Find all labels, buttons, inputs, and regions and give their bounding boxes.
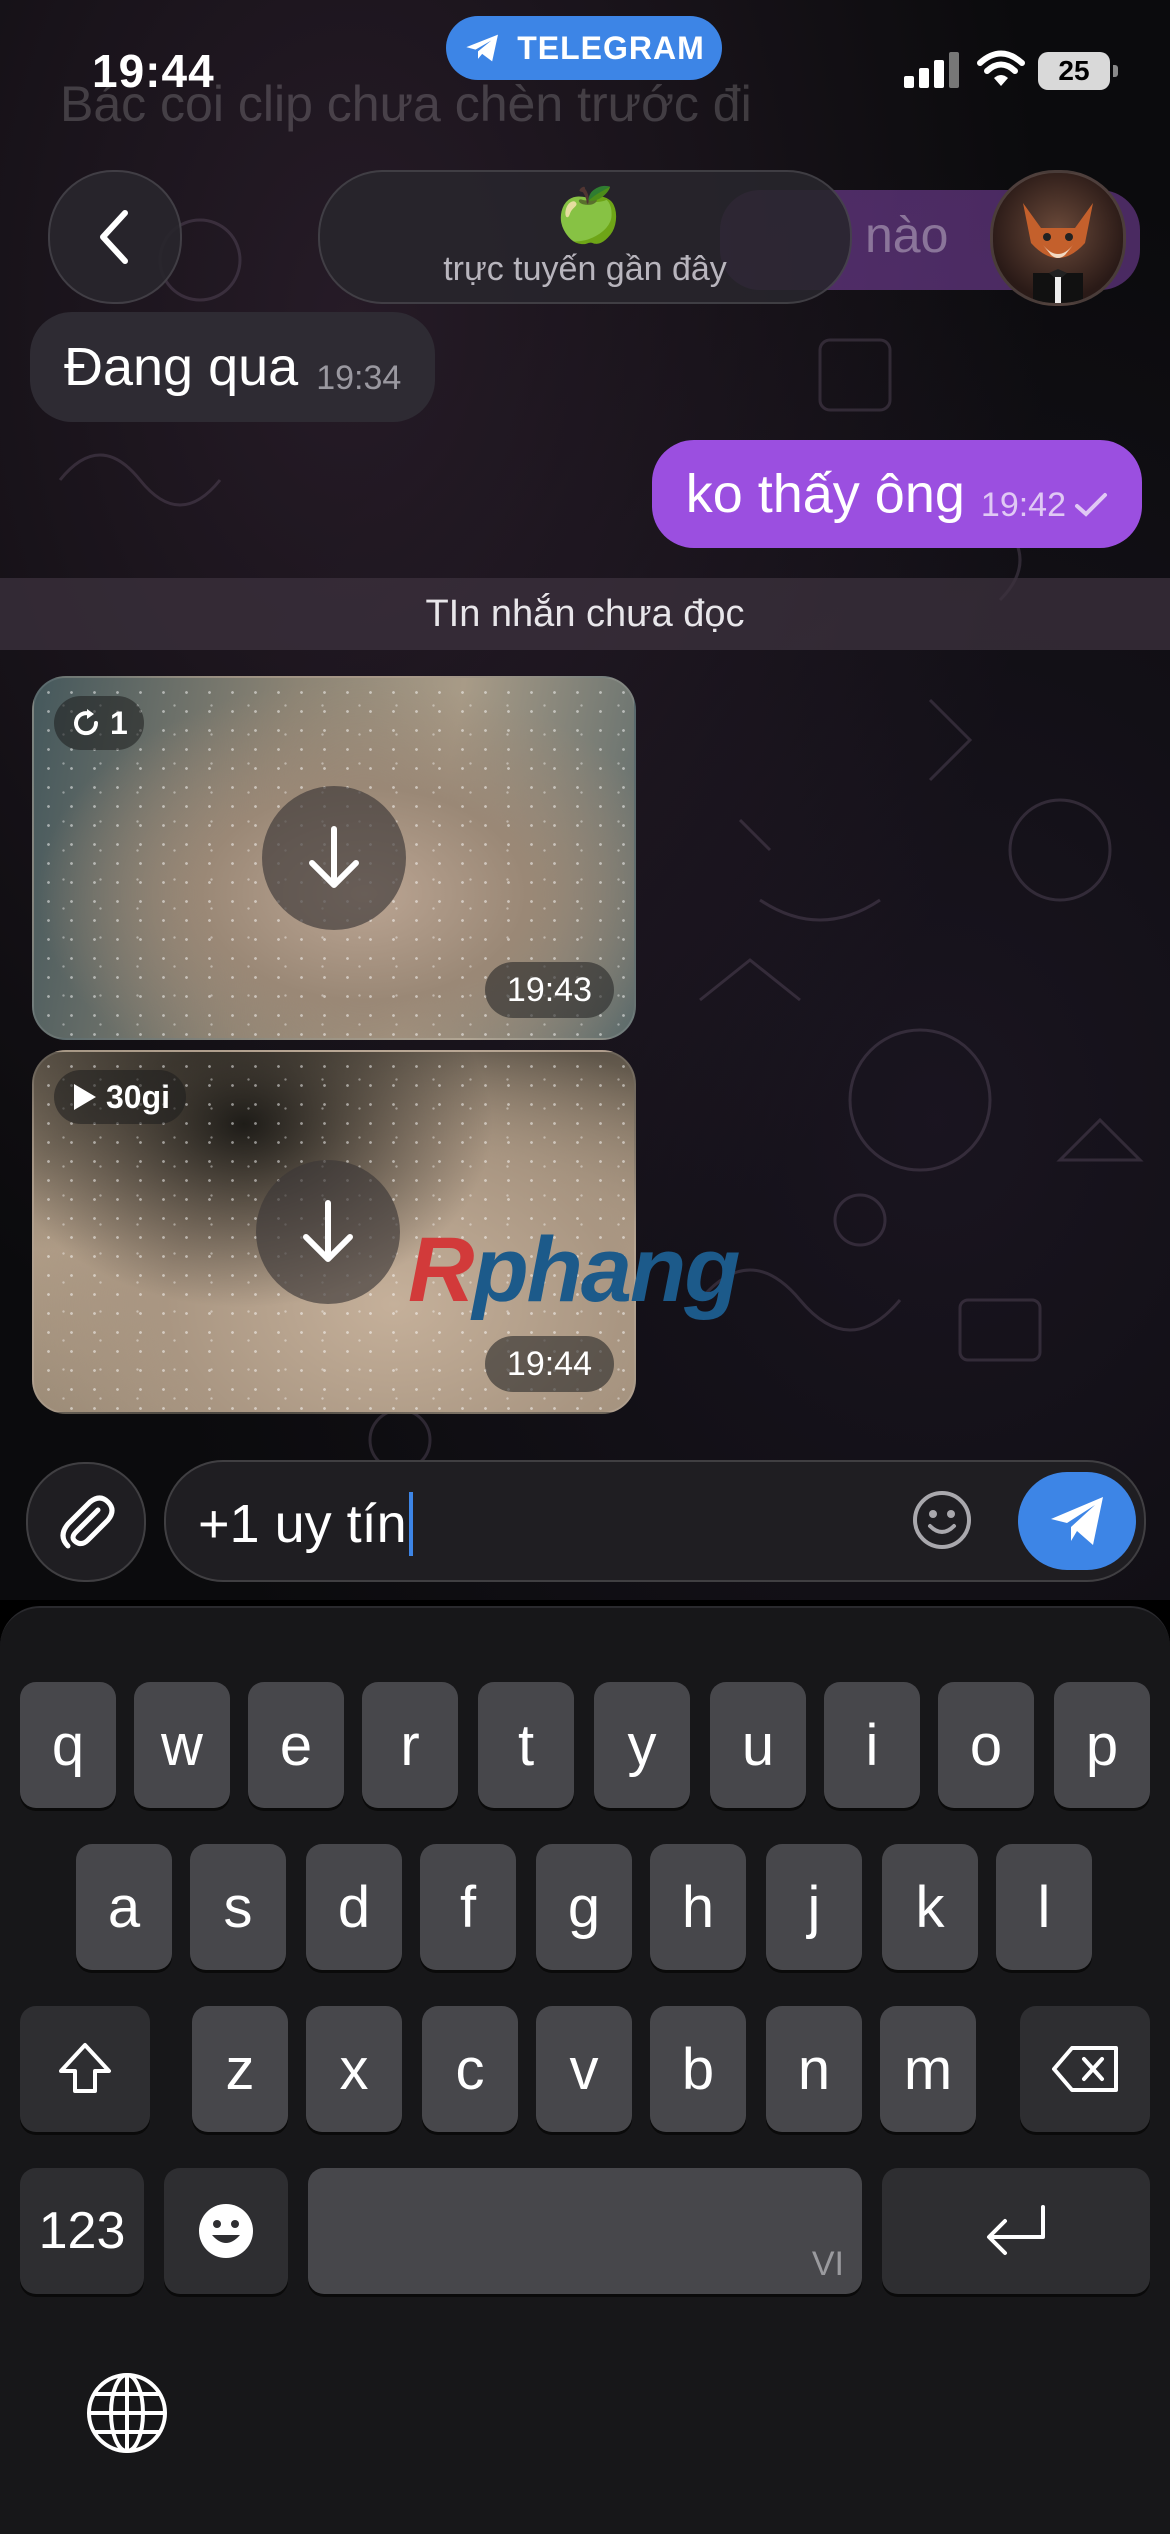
globe-icon[interactable] bbox=[84, 2370, 170, 2456]
cellular-signal-icon bbox=[904, 52, 959, 88]
unread-messages-divider: TIn nhắn chưa đọc bbox=[0, 578, 1170, 650]
return-icon bbox=[987, 2205, 1045, 2255]
message-input-text: +1 uy tín bbox=[198, 1494, 407, 1554]
telegram-label: TELEGRAM bbox=[517, 29, 705, 66]
media-view-once-badge: 1 bbox=[54, 696, 144, 750]
media-message[interactable]: 1 19:43 bbox=[32, 676, 636, 1040]
key-x[interactable]: x bbox=[306, 2006, 402, 2132]
space-language-hint: VI bbox=[811, 2245, 844, 2283]
space-key[interactable]: VI bbox=[308, 2168, 862, 2294]
key-q[interactable]: q bbox=[20, 1682, 116, 1808]
emoji-icon[interactable] bbox=[910, 1488, 974, 1552]
message-input-text-wrap: +1 uy tín bbox=[198, 1492, 413, 1556]
key-e[interactable]: e bbox=[248, 1682, 344, 1808]
key-t[interactable]: t bbox=[478, 1682, 574, 1808]
return-key[interactable] bbox=[882, 2168, 1150, 2294]
media-time: 19:43 bbox=[484, 962, 614, 1018]
replay-icon bbox=[74, 709, 99, 736]
chat-title-emoji: 🍏 bbox=[555, 185, 623, 245]
message-bubble-outgoing[interactable]: ko thấy ông 19:42 bbox=[651, 440, 1142, 548]
key-r[interactable]: r bbox=[362, 1682, 458, 1808]
chevron-left-icon bbox=[100, 210, 128, 264]
key-n[interactable]: n bbox=[766, 2006, 862, 2132]
message-time: 19:34 bbox=[316, 358, 402, 397]
backspace-icon bbox=[1052, 2046, 1118, 2092]
backspace-key[interactable] bbox=[1020, 2006, 1150, 2132]
watermark-first-letter: R bbox=[408, 1219, 474, 1321]
send-icon bbox=[1051, 1497, 1103, 1545]
key-i[interactable]: i bbox=[824, 1682, 920, 1808]
download-button[interactable] bbox=[256, 1160, 400, 1304]
watermark-rest: phang bbox=[472, 1219, 740, 1321]
key-b[interactable]: b bbox=[650, 2006, 746, 2132]
emoji-face-icon bbox=[199, 2204, 253, 2258]
key-y[interactable]: y bbox=[594, 1682, 690, 1808]
emoji-key[interactable] bbox=[164, 2168, 288, 2294]
key-c[interactable]: c bbox=[422, 2006, 518, 2132]
wifi-icon bbox=[977, 50, 1025, 86]
watermark-logo: Rphang bbox=[408, 1218, 740, 1323]
contact-avatar[interactable] bbox=[990, 170, 1126, 306]
send-button[interactable] bbox=[1018, 1472, 1136, 1570]
message-text: Đang qua bbox=[64, 337, 299, 397]
message-meta: 19:42 bbox=[981, 486, 1108, 525]
paperclip-icon bbox=[60, 1495, 115, 1549]
media-duration-text: 30gi bbox=[106, 1078, 171, 1115]
key-f[interactable]: f bbox=[420, 1844, 516, 1970]
key-d[interactable]: d bbox=[306, 1844, 402, 1970]
fox-avatar-icon bbox=[1023, 203, 1093, 303]
key-k[interactable]: k bbox=[882, 1844, 978, 1970]
telegram-icon bbox=[466, 34, 499, 62]
battery-indicator: 25 bbox=[1038, 52, 1118, 90]
key-p[interactable]: p bbox=[1054, 1682, 1150, 1808]
key-g[interactable]: g bbox=[536, 1844, 632, 1970]
telegram-app-pill[interactable]: TELEGRAM bbox=[446, 16, 722, 80]
message-bubble-incoming[interactable]: Đang qua 19:34 bbox=[30, 312, 436, 422]
message-time: 19:42 bbox=[980, 485, 1066, 524]
chat-status-subtitle: trực tuyến gần đây bbox=[443, 250, 727, 288]
key-h[interactable]: h bbox=[650, 1844, 746, 1970]
message-input[interactable]: +1 uy tín bbox=[164, 1460, 1146, 1582]
key-m[interactable]: m bbox=[880, 2006, 976, 2132]
key-a[interactable]: a bbox=[76, 1844, 172, 1970]
key-l[interactable]: l bbox=[996, 1844, 1092, 1970]
numbers-key[interactable]: 123 bbox=[20, 2168, 144, 2294]
key-s[interactable]: s bbox=[190, 1844, 286, 1970]
arrow-down-icon bbox=[309, 826, 359, 888]
shift-key[interactable] bbox=[20, 2006, 150, 2132]
back-button[interactable] bbox=[48, 170, 182, 304]
text-caret bbox=[408, 1492, 413, 1556]
key-u[interactable]: u bbox=[710, 1682, 806, 1808]
download-button[interactable] bbox=[262, 786, 406, 930]
key-j[interactable]: j bbox=[766, 1844, 862, 1970]
checkmark-icon bbox=[1075, 493, 1107, 517]
media-time: 19:44 bbox=[484, 1336, 614, 1392]
media-badge-text: 1 bbox=[110, 704, 128, 741]
key-v[interactable]: v bbox=[536, 2006, 632, 2132]
key-w[interactable]: w bbox=[134, 1682, 230, 1808]
chat-title-pill[interactable]: 🍏 trực tuyến gần đây bbox=[318, 170, 852, 304]
status-time: 19:44 bbox=[92, 45, 215, 97]
play-icon bbox=[74, 1084, 96, 1110]
attach-button[interactable] bbox=[26, 1462, 146, 1582]
shift-icon bbox=[59, 2043, 111, 2093]
message-text: ko thấy ông bbox=[685, 464, 965, 524]
key-z[interactable]: z bbox=[192, 2006, 288, 2132]
background-purple-text: nào bbox=[865, 207, 949, 263]
key-o[interactable]: o bbox=[938, 1682, 1034, 1808]
arrow-down-icon bbox=[303, 1200, 353, 1262]
status-bar: 19:44 TELEGRAM 25 bbox=[0, 0, 1170, 150]
media-duration-badge: 30gi bbox=[54, 1070, 187, 1124]
